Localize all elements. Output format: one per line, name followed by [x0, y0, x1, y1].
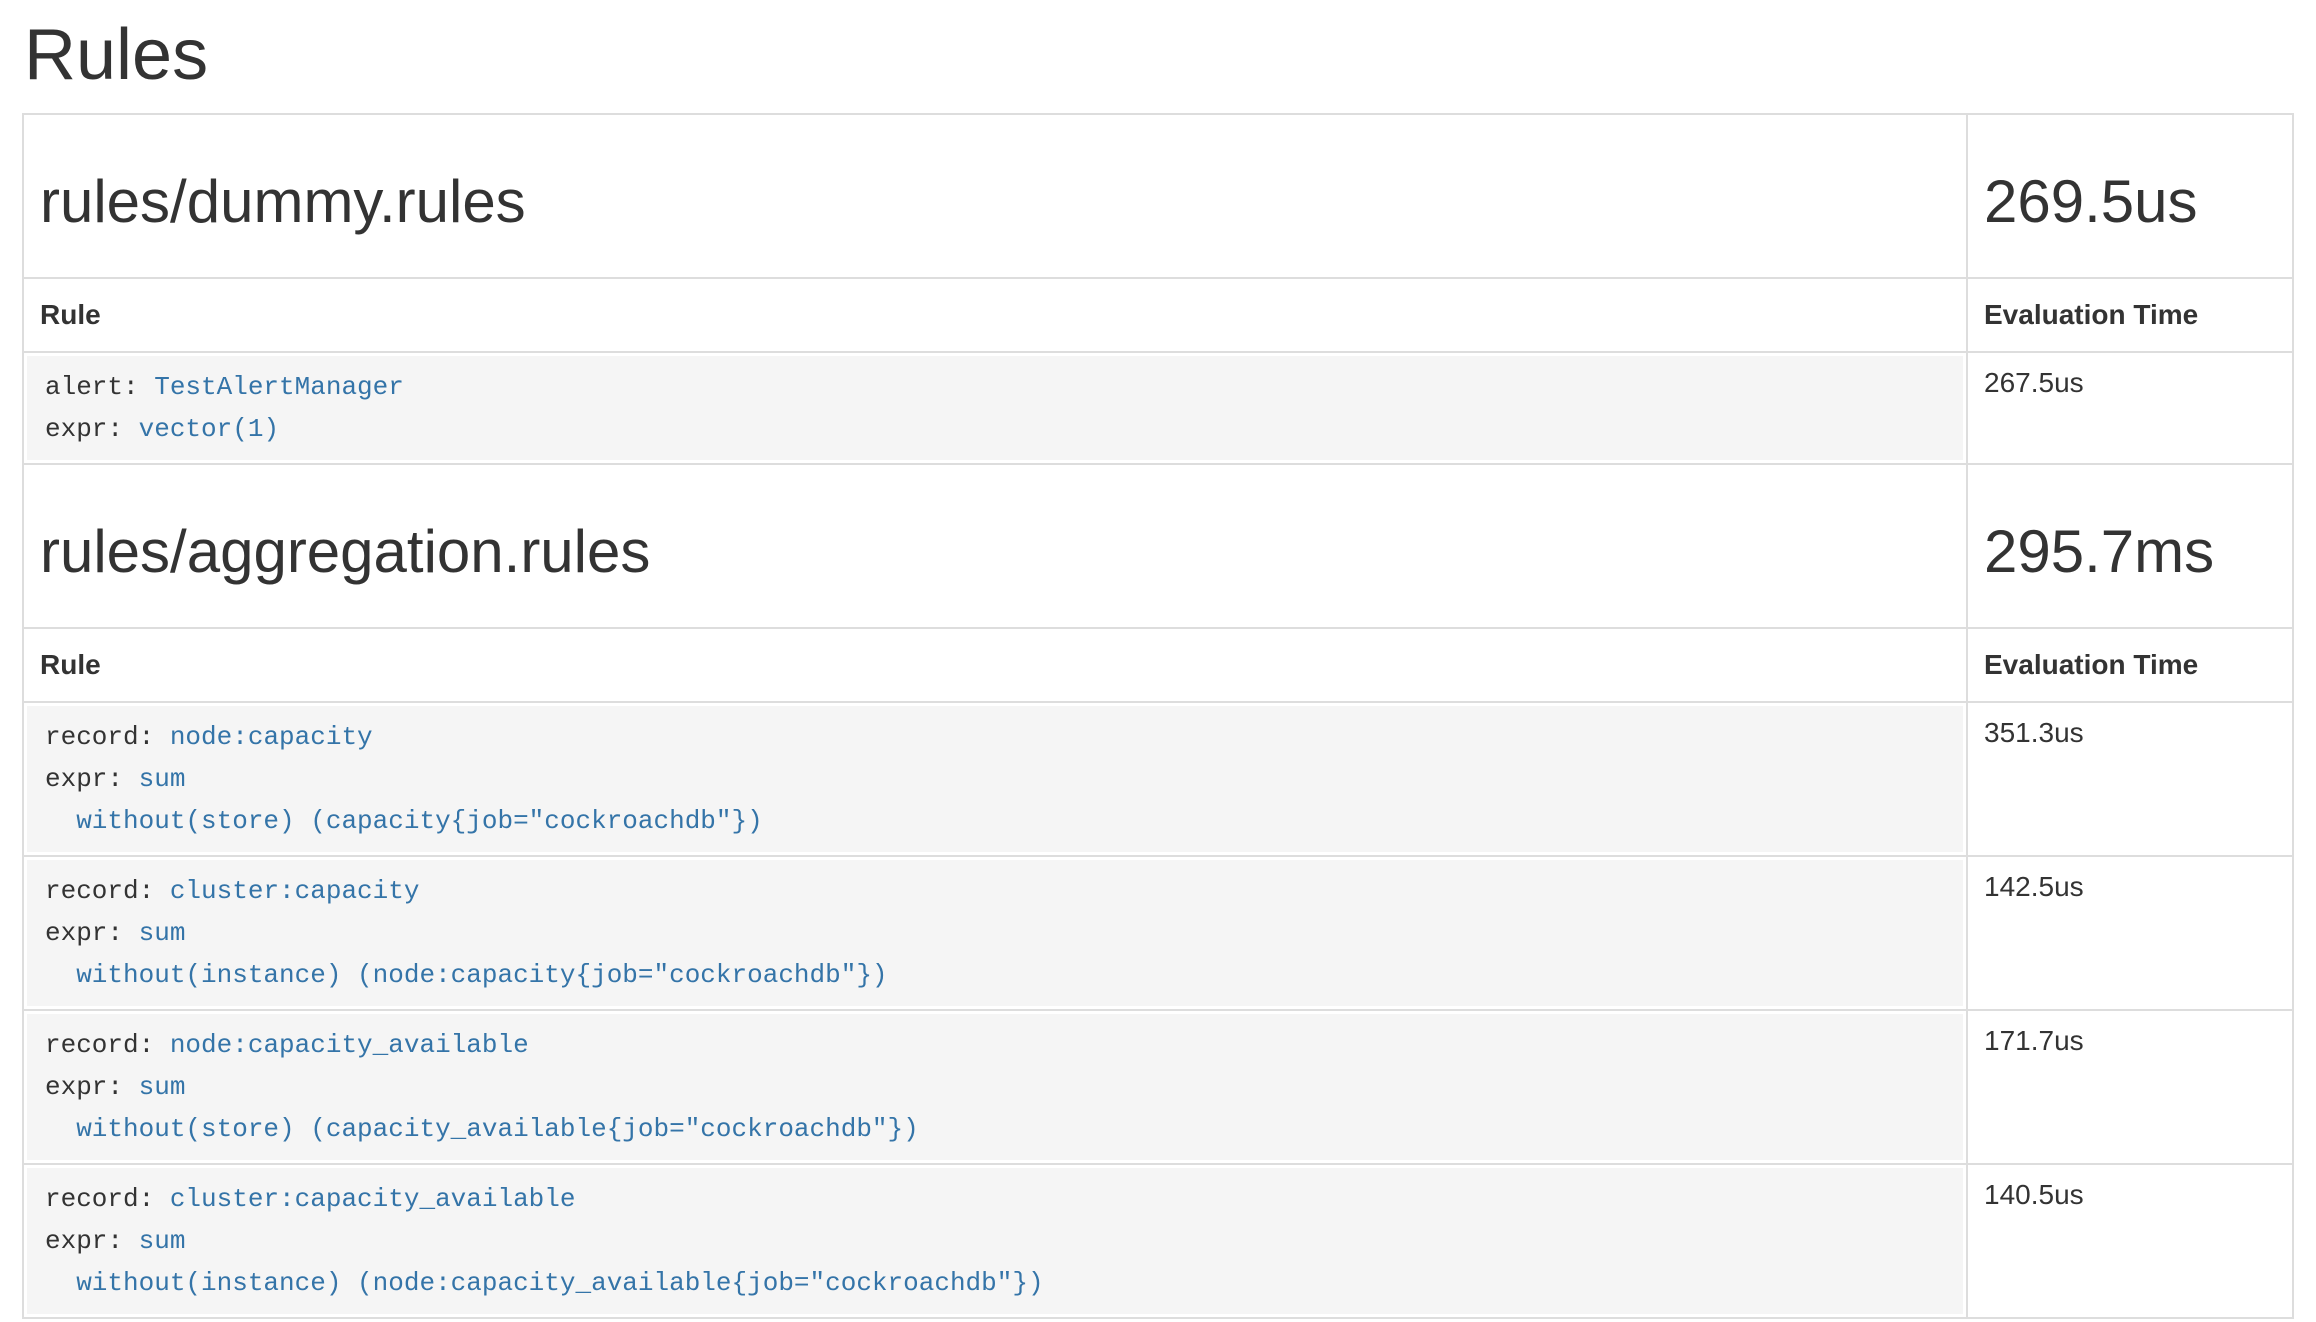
rule-group-file-cell: rules/aggregation.rules	[23, 464, 1967, 628]
rule-group-evaluation-time-cell: 269.5us	[1967, 114, 2293, 278]
rule-cell: record: cluster:capacity_available expr:…	[23, 1164, 1967, 1318]
rule-expr-link[interactable]: sum without(store) (capacity{job="cockro…	[45, 764, 763, 836]
rule-expr-link[interactable]: vector(1)	[139, 414, 279, 444]
rule-name-link[interactable]: TestAlertManager	[154, 372, 404, 402]
rule-evaluation-time: 267.5us	[1967, 352, 2293, 464]
rules-page: Rules rules/dummy.rules269.5usRuleEvalua…	[0, 0, 2316, 1322]
columns-header-row: RuleEvaluation Time	[23, 278, 2293, 352]
rule-definition: record: cluster:capacity_available expr:…	[27, 1168, 1963, 1314]
rule-row: record: node:capacity expr: sum without(…	[23, 702, 2293, 856]
rule-group-file: rules/dummy.rules	[40, 169, 1950, 235]
rule-cell: alert: TestAlertManager expr: vector(1)	[23, 352, 1967, 464]
evaluation-time-column-header: Evaluation Time	[1967, 278, 2293, 352]
rule-evaluation-time: 142.5us	[1967, 856, 2293, 1010]
rule-name-link[interactable]: node:capacity_available	[170, 1030, 529, 1060]
page-title: Rules	[22, 0, 2294, 113]
rule-group-evaluation-time-cell: 295.7ms	[1967, 464, 2293, 628]
rule-code-text: expr:	[45, 414, 139, 444]
columns-header-row: RuleEvaluation Time	[23, 628, 2293, 702]
rule-column-header: Rule	[23, 628, 1967, 702]
rule-code-text: record:	[45, 722, 170, 752]
rule-cell: record: node:capacity expr: sum without(…	[23, 702, 1967, 856]
rule-group-file-cell: rules/dummy.rules	[23, 114, 1967, 278]
rule-group-evaluation-time: 295.7ms	[1984, 519, 2276, 585]
rule-expr-link[interactable]: sum without(store) (capacity_available{j…	[45, 1072, 919, 1144]
rule-cell: record: node:capacity_available expr: su…	[23, 1010, 1967, 1164]
rule-expr-link[interactable]: sum without(instance) (node:capacity_ava…	[45, 1226, 1044, 1298]
rule-expr-link[interactable]: sum without(instance) (node:capacity{job…	[45, 918, 888, 990]
rule-group-header-row: rules/dummy.rules 269.5us	[23, 114, 2293, 278]
rule-code-text: record:	[45, 1184, 170, 1214]
rule-evaluation-time: 140.5us	[1967, 1164, 2293, 1318]
rule-definition: alert: TestAlertManager expr: vector(1)	[27, 356, 1963, 460]
rule-group-evaluation-time: 269.5us	[1984, 169, 2276, 235]
rule-code-text: alert:	[45, 372, 154, 402]
rule-column-header: Rule	[23, 278, 1967, 352]
rule-code-text: expr:	[45, 1072, 139, 1102]
rule-name-link[interactable]: cluster:capacity	[170, 876, 420, 906]
rule-row: record: cluster:capacity expr: sum witho…	[23, 856, 2293, 1010]
rules-table: rules/dummy.rules269.5usRuleEvaluation T…	[22, 113, 2294, 1319]
evaluation-time-column-header: Evaluation Time	[1967, 628, 2293, 702]
rule-row: alert: TestAlertManager expr: vector(1)2…	[23, 352, 2293, 464]
rule-row: record: cluster:capacity_available expr:…	[23, 1164, 2293, 1318]
rule-name-link[interactable]: node:capacity	[170, 722, 373, 752]
rule-cell: record: cluster:capacity expr: sum witho…	[23, 856, 1967, 1010]
rule-code-text: record:	[45, 876, 170, 906]
rule-evaluation-time: 171.7us	[1967, 1010, 2293, 1164]
rule-group-file: rules/aggregation.rules	[40, 519, 1950, 585]
rule-group-header-row: rules/aggregation.rules 295.7ms	[23, 464, 2293, 628]
rules-content: Rules rules/dummy.rules269.5usRuleEvalua…	[0, 0, 2316, 1319]
rule-name-link[interactable]: cluster:capacity_available	[170, 1184, 576, 1214]
rule-code-text: expr:	[45, 764, 139, 794]
rule-code-text: expr:	[45, 918, 139, 948]
rule-definition: record: node:capacity expr: sum without(…	[27, 706, 1963, 852]
rules-table-body: rules/dummy.rules269.5usRuleEvaluation T…	[23, 114, 2293, 1318]
rule-definition: record: node:capacity_available expr: su…	[27, 1014, 1963, 1160]
rule-row: record: node:capacity_available expr: su…	[23, 1010, 2293, 1164]
rule-definition: record: cluster:capacity expr: sum witho…	[27, 860, 1963, 1006]
rule-code-text: expr:	[45, 1226, 139, 1256]
rule-evaluation-time: 351.3us	[1967, 702, 2293, 856]
rule-code-text: record:	[45, 1030, 170, 1060]
